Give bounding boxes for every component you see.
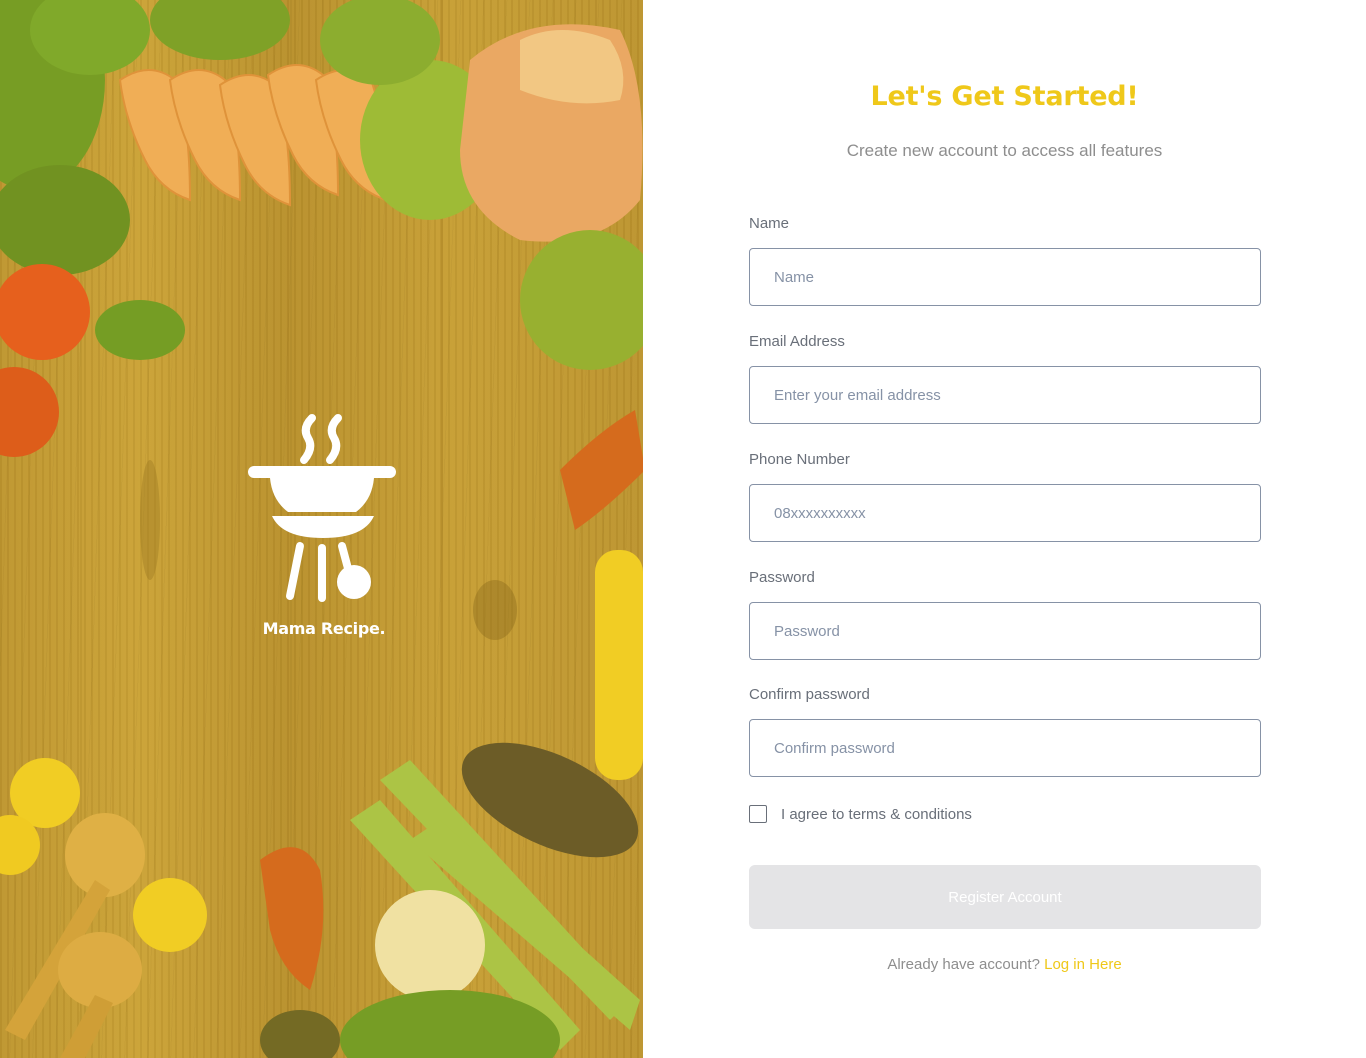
confirm-password-input[interactable] — [749, 719, 1261, 777]
phone-label: Phone Number — [749, 451, 850, 468]
phone-input[interactable] — [749, 484, 1261, 542]
brand-name: Mama Recipe. — [262, 619, 386, 638]
page-title: Let's Get Started! — [870, 81, 1139, 112]
grill-icon — [248, 414, 396, 602]
terms-checkbox[interactable] — [749, 805, 767, 823]
brand-logo: Mama Recipe. — [248, 414, 400, 638]
email-label: Email Address — [749, 333, 845, 350]
confirm-password-label: Confirm password — [749, 686, 870, 703]
email-input[interactable] — [749, 366, 1261, 424]
page-subtitle: Create new account to access all feature… — [846, 141, 1163, 160]
login-prompt-text: Already have account? — [887, 956, 1045, 973]
terms-label[interactable]: I agree to terms & conditions — [781, 806, 972, 823]
name-label: Name — [749, 215, 790, 232]
name-input[interactable] — [749, 248, 1261, 306]
login-link[interactable]: Log in Here — [1044, 956, 1122, 973]
terms-row: I agree to terms & conditions — [749, 804, 972, 824]
register-button[interactable]: Register Account — [749, 865, 1261, 929]
password-label: Password — [749, 569, 815, 586]
register-form-panel: Let's Get Started! Create new account to… — [643, 0, 1366, 1058]
hero-panel: Mama Recipe. — [0, 0, 643, 1058]
password-input[interactable] — [749, 602, 1261, 660]
login-prompt-row: Already have account? Log in Here — [643, 956, 1366, 973]
